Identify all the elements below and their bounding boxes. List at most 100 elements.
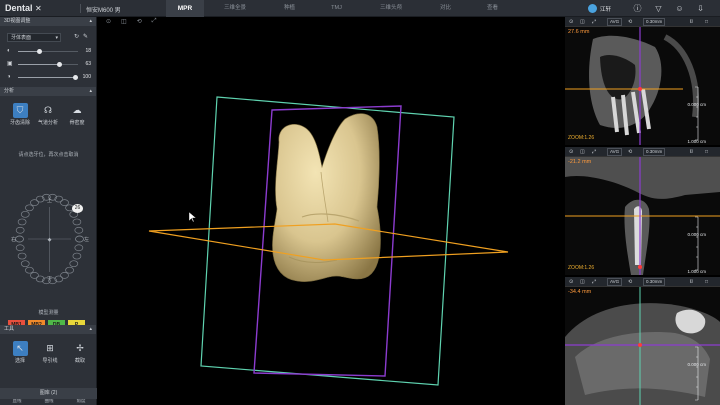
camera-icon[interactable]: ⊙ bbox=[569, 148, 573, 156]
lower-tooth[interactable] bbox=[74, 244, 84, 252]
upper-tooth[interactable] bbox=[72, 218, 82, 226]
main-3d-view[interactable] bbox=[97, 17, 564, 405]
slider-knob[interactable] bbox=[73, 74, 78, 80]
rotate-icon[interactable]: ⟲ bbox=[628, 148, 632, 156]
camera-icon[interactable]: ⊙ bbox=[106, 18, 111, 25]
slice-icon[interactable]: ⌷ bbox=[690, 278, 693, 286]
expand-icon[interactable]: ⤢ bbox=[152, 18, 157, 25]
camera-icon[interactable]: ⊙ bbox=[569, 278, 573, 286]
layout-icon[interactable]: ◫ bbox=[580, 278, 585, 286]
upper-tooth[interactable] bbox=[60, 199, 69, 206]
slider-track[interactable] bbox=[18, 48, 78, 54]
section-tools[interactable]: 工具 ▴ bbox=[0, 325, 96, 334]
notification-icon[interactable]: ▽ bbox=[651, 3, 666, 14]
reset-icon[interactable]: ↻ bbox=[74, 33, 79, 40]
mode-select[interactable]: AVG bbox=[607, 278, 623, 286]
lower-tooth[interactable] bbox=[69, 260, 79, 268]
section-analysis[interactable]: 分析 ▴ bbox=[0, 87, 96, 96]
tool-tooth-clean[interactable]: ⛉ 牙齿清除 bbox=[8, 103, 32, 126]
tab-view[interactable]: 查看 bbox=[469, 0, 516, 17]
rotate-icon[interactable]: ⟲ bbox=[628, 278, 632, 286]
rotate-icon[interactable]: ⟲ bbox=[628, 18, 632, 26]
rotate-icon[interactable]: ⟲ bbox=[137, 18, 142, 25]
lower-tooth[interactable] bbox=[60, 272, 69, 279]
slice-image[interactable] bbox=[565, 277, 720, 405]
thickness-select[interactable]: 0.30mm bbox=[643, 278, 666, 286]
slice-image[interactable] bbox=[565, 17, 720, 145]
download-icon[interactable]: ⇩ bbox=[693, 3, 708, 14]
section-title: 3D视图调整 bbox=[4, 18, 31, 24]
lower-tooth[interactable] bbox=[15, 235, 24, 243]
maximize-icon[interactable]: □ bbox=[705, 18, 708, 26]
opacity-icon: ▣ bbox=[7, 61, 13, 67]
mode-select[interactable]: AVG bbox=[607, 148, 623, 156]
upper-tooth[interactable] bbox=[74, 226, 84, 234]
lower-tooth[interactable] bbox=[25, 266, 34, 274]
lower-tooth[interactable] bbox=[20, 260, 30, 268]
tab-mpr[interactable]: MPR bbox=[166, 0, 204, 17]
slice-icon[interactable]: ⌷ bbox=[690, 148, 693, 156]
user-menu[interactable]: 江轩 bbox=[588, 4, 611, 13]
maximize-icon[interactable]: □ bbox=[705, 148, 708, 156]
slider-track[interactable] bbox=[18, 61, 78, 67]
tooth-arch-chart[interactable]: 上 下 右 左 ◆ bbox=[8, 177, 91, 302]
layout-icon[interactable]: ◫ bbox=[580, 148, 585, 156]
tooth-clean-icon: ⛉ bbox=[12, 103, 28, 118]
slider-knob[interactable] bbox=[56, 61, 62, 67]
upper-tooth[interactable] bbox=[17, 218, 27, 226]
maximize-icon[interactable]: □ bbox=[705, 278, 708, 286]
tool-airway[interactable]: ☊ 气道分析 bbox=[36, 103, 60, 126]
slider-contrast[interactable]: ◐ 18 bbox=[7, 47, 93, 55]
tool-bone-density[interactable]: ☁ 骨密度 bbox=[65, 103, 89, 126]
airway-icon: ☊ bbox=[44, 105, 52, 115]
lower-tooth[interactable] bbox=[65, 266, 74, 274]
lower-tooth[interactable] bbox=[30, 272, 39, 279]
lower-tooth[interactable] bbox=[15, 244, 25, 252]
tool-crop[interactable]: ✢ 截取 bbox=[68, 341, 92, 364]
tab-3d-ceph[interactable]: 三维头颅 bbox=[360, 0, 422, 17]
upper-tooth[interactable] bbox=[20, 210, 30, 218]
help-icon[interactable]: ⓘ bbox=[630, 3, 645, 14]
lower-tooth[interactable] bbox=[17, 252, 27, 260]
tooth-model[interactable] bbox=[272, 113, 381, 282]
slice-view-coronal[interactable]: ⊙ ◫ ⤢ AVG ⟲ 0.30mm ⌷ □ -21.2 mm ZOOM:1.2… bbox=[565, 147, 720, 275]
upper-tooth[interactable] bbox=[25, 204, 34, 212]
layout-icon[interactable]: ◫ bbox=[580, 18, 585, 26]
gallery-button[interactable]: 图库 (2) bbox=[0, 388, 97, 399]
viewport-tools: ⊙ ◫ ⟲ ⤢ bbox=[106, 18, 167, 25]
scale-top: 0.000 cm bbox=[687, 362, 706, 367]
slider-opacity[interactable]: ▣ 63 bbox=[7, 60, 93, 68]
mode-select[interactable]: AVG bbox=[607, 18, 623, 26]
upper-tooth[interactable] bbox=[30, 199, 39, 206]
edit-icon[interactable]: ✎ bbox=[83, 33, 88, 40]
camera-icon[interactable]: ⊙ bbox=[569, 18, 573, 26]
slider-knob[interactable] bbox=[37, 48, 42, 54]
tool-select[interactable]: ↖ 选择 bbox=[8, 341, 32, 364]
slice-view-axial[interactable]: ⊙ ◫ ⤢ AVG ⟲ 0.30mm ⌷ □ -34.4 mm 0.000 cm bbox=[565, 277, 720, 405]
lower-tooth[interactable] bbox=[75, 235, 84, 243]
thickness-select[interactable]: 0.30mm bbox=[643, 148, 666, 156]
tab-implant[interactable]: 种植 bbox=[266, 0, 313, 17]
3d-scene[interactable] bbox=[97, 17, 564, 405]
section-3d-view[interactable]: 3D视图调整 ▴ bbox=[0, 17, 96, 26]
layout-icon[interactable]: ◫ bbox=[121, 18, 127, 25]
expand-icon[interactable]: ⤢ bbox=[592, 18, 596, 26]
slice-image[interactable] bbox=[565, 147, 720, 275]
expand-icon[interactable]: ⤢ bbox=[592, 148, 596, 156]
tool-guide-line[interactable]: ⊞ 导引线 bbox=[38, 341, 62, 364]
lower-tooth[interactable] bbox=[72, 252, 82, 260]
tab-3d-panorama[interactable]: 三维全景 bbox=[204, 0, 266, 17]
user-icon[interactable]: ☺ bbox=[672, 3, 687, 14]
slice-icon[interactable]: ⌷ bbox=[690, 18, 693, 26]
selected-tooth[interactable]: 26 bbox=[72, 204, 83, 213]
tab-compare[interactable]: 对比 bbox=[422, 0, 469, 17]
tab-tmj[interactable]: TMJ bbox=[313, 0, 360, 17]
upper-tooth[interactable] bbox=[15, 226, 25, 234]
slider-track[interactable] bbox=[18, 74, 78, 80]
thickness-select[interactable]: 0.30mm bbox=[643, 18, 666, 26]
surface-select[interactable]: 牙体表面 ▾ bbox=[7, 33, 61, 42]
slider-brightness[interactable]: ◑ 100 bbox=[7, 73, 93, 81]
expand-icon[interactable]: ⤢ bbox=[592, 278, 596, 286]
slice-view-sagittal[interactable]: ⊙ ◫ ⤢ AVG ⟲ 0.30mm ⌷ □ 27.6 mm ZOOM:1.26… bbox=[565, 17, 720, 145]
tooth-hint: 请点选牙位，再次点击取消 bbox=[18, 152, 79, 158]
